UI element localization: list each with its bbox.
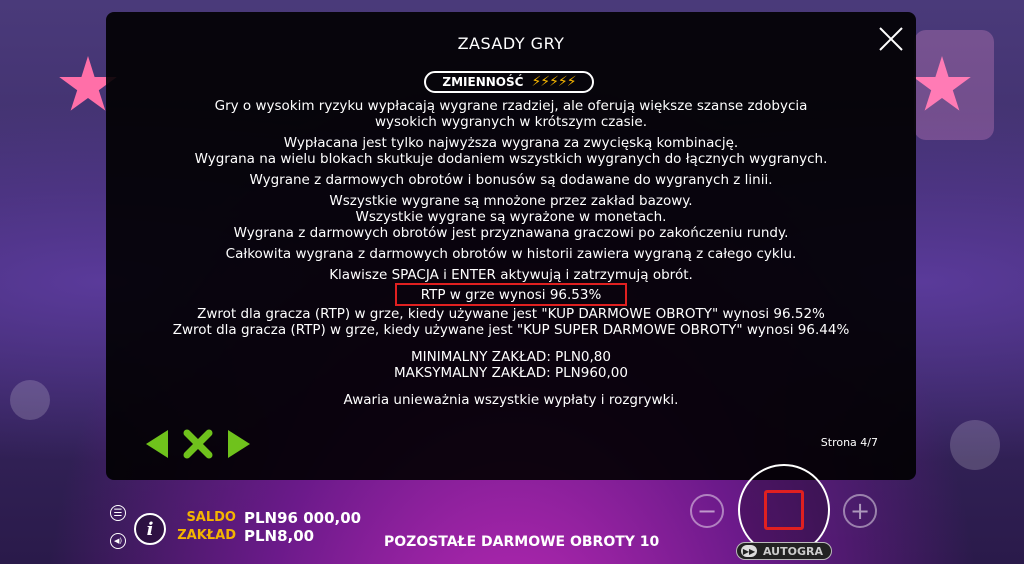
- bet-label: ZAKŁAD: [177, 528, 236, 543]
- rule-line: Wygrane z darmowych obrotów i bonusów są…: [249, 172, 773, 188]
- background-bubble: [950, 420, 1000, 470]
- min-bet-line: MINIMALNY ZAKŁAD: PLN0,80: [411, 349, 611, 365]
- modal-title: ZASADY GRY: [457, 34, 565, 53]
- close-rules-button[interactable]: [182, 428, 214, 460]
- rule-line: Wszystkie wygrane są wyrażone w monetach…: [355, 209, 667, 225]
- autoplay-button[interactable]: ▶▶ AUTOGRA: [736, 542, 832, 560]
- info-icon: i: [146, 518, 154, 540]
- decrease-bet-button[interactable]: −: [690, 494, 724, 528]
- rule-line: Zwrot dla gracza (RTP) w grze, kiedy uży…: [172, 322, 850, 338]
- next-page-button[interactable]: [222, 428, 254, 460]
- prev-page-button[interactable]: [142, 428, 174, 460]
- page-indicator: Strona 4/7: [820, 436, 878, 449]
- rule-line: Wygrana z darmowych obrotów jest przyzna…: [233, 225, 789, 241]
- balance-value: PLN96 000,00: [244, 509, 362, 527]
- rule-line: Wszystkie wygrane są mnożone przez zakła…: [329, 193, 693, 209]
- increase-bet-button[interactable]: +: [843, 494, 877, 528]
- rule-line: Gry o wysokim ryzyku wypłacają wygrane r…: [214, 98, 808, 114]
- balance-label: SALDO: [186, 510, 236, 525]
- info-button[interactable]: i: [134, 513, 166, 545]
- stop-icon[interactable]: [764, 490, 804, 530]
- background-bubble: [10, 380, 50, 420]
- menu-button[interactable]: ☰: [110, 505, 126, 521]
- arrow-right-icon: [228, 430, 250, 458]
- game-control-bar: ☰ ◀) i SALDO PLN96 000,00 ZAKŁAD PLN8,00…: [0, 464, 1024, 564]
- rule-line: Awaria unieważnia wszystkie wypłaty i ro…: [343, 392, 679, 408]
- close-x-icon: [183, 429, 213, 459]
- volatility-bolts-icon: ⚡⚡⚡⚡⚡: [531, 74, 576, 90]
- minus-icon: −: [696, 497, 718, 525]
- plus-icon: +: [849, 497, 871, 525]
- rtp-highlight: RTP w grze wynosi 96.53%: [394, 283, 628, 306]
- volatility-label: ZMIENNOŚĆ: [442, 75, 524, 89]
- close-button[interactable]: [876, 24, 906, 54]
- rule-line: Wypłacana jest tylko najwyższa wygrana z…: [283, 135, 739, 151]
- page-navigation: [142, 428, 254, 460]
- sound-button[interactable]: ◀): [110, 533, 126, 549]
- autoplay-label: AUTOGRA: [763, 544, 823, 558]
- rule-line: Wygrana na wielu blokach skutkuje dodani…: [194, 151, 828, 167]
- rule-line: Zwrot dla gracza (RTP) w grze, kiedy uży…: [197, 306, 825, 322]
- rule-line: wysokich wygranych w krótszym czasie.: [374, 114, 648, 130]
- arrow-left-icon: [146, 430, 168, 458]
- close-icon: [879, 27, 903, 51]
- sound-icon: ◀): [113, 537, 123, 545]
- bet-value: PLN8,00: [244, 527, 315, 545]
- max-bet-line: MAKSYMALNY ZAKŁAD: PLN960,00: [394, 365, 628, 381]
- rules-text: Gry o wysokim ryzyku wypłacają wygrane r…: [146, 98, 876, 408]
- autoplay-icon: ▶▶: [741, 545, 757, 557]
- volatility-badge: ZMIENNOŚĆ ⚡⚡⚡⚡⚡: [424, 71, 594, 93]
- rule-line: Klawisze SPACJA i ENTER aktywują i zatrz…: [329, 267, 693, 283]
- rules-modal: ZASADY GRY ZMIENNOŚĆ ⚡⚡⚡⚡⚡ Gry o wysokim…: [106, 12, 916, 480]
- rule-line: Całkowita wygrana z darmowych obrotów w …: [225, 246, 797, 262]
- menu-icon: ☰: [113, 507, 123, 519]
- free-spins-remaining: POZOSTAŁE DARMOWE OBROTY 10: [384, 534, 660, 550]
- background-game-logo: [914, 30, 994, 140]
